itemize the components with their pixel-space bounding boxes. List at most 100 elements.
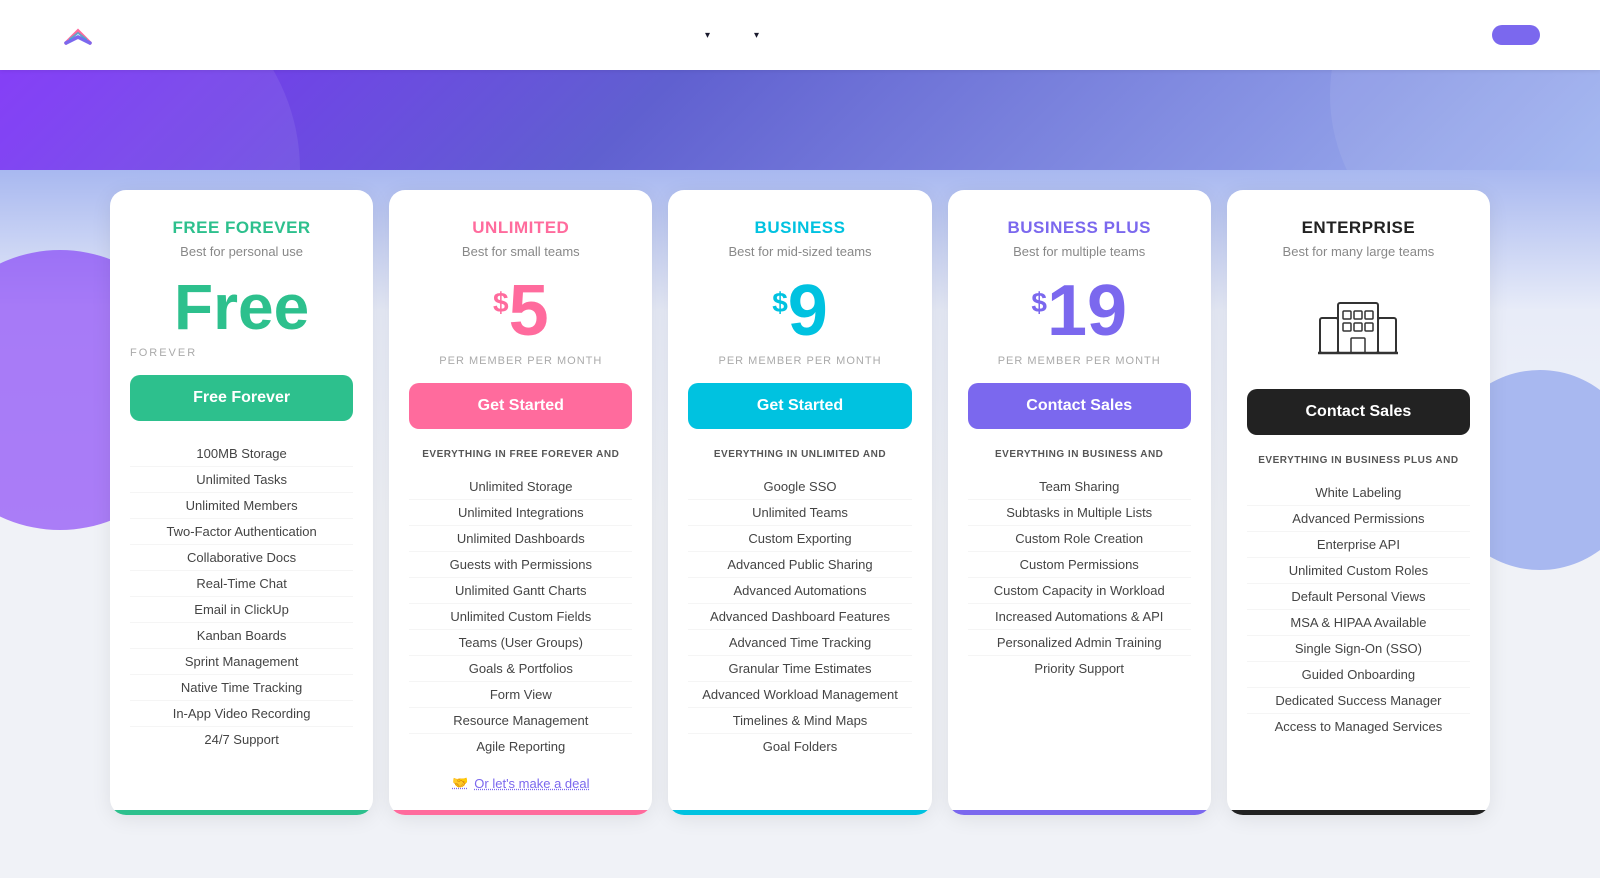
cta-button[interactable]: Get Started [688, 383, 911, 429]
feature-item: Form View [409, 682, 632, 708]
feature-item: Teams (User Groups) [409, 630, 632, 656]
plan-name: BUSINESS [688, 218, 911, 238]
cta-button[interactable]: Contact Sales [968, 383, 1191, 429]
nav-product[interactable]: ▾ [685, 22, 726, 49]
card-bottom-bar [1227, 810, 1490, 815]
feature-item: Email in ClickUp [130, 597, 353, 623]
pricing-cards-container: FREE FOREVER Best for personal use Free … [110, 170, 1490, 815]
pricing-card-business: BUSINESS Best for mid-sized teams $9 PER… [668, 190, 931, 815]
feature-item: Unlimited Members [130, 493, 353, 519]
nav-right [1436, 25, 1540, 45]
feature-item: Unlimited Dashboards [409, 526, 632, 552]
feature-item: Unlimited Teams [688, 500, 911, 526]
card-bottom-bar [110, 810, 373, 815]
feature-list: Unlimited StorageUnlimited IntegrationsU… [409, 474, 632, 759]
feature-item: Unlimited Tasks [130, 467, 353, 493]
feature-item: Timelines & Mind Maps [688, 708, 911, 734]
feature-item: 100MB Storage [130, 441, 353, 467]
hero-background [0, 70, 1600, 170]
feature-item: Custom Role Creation [968, 526, 1191, 552]
feature-item: Advanced Automations [688, 578, 911, 604]
plan-tagline: Best for small teams [409, 244, 632, 259]
feature-item: Native Time Tracking [130, 675, 353, 701]
feature-item: Goal Folders [688, 734, 911, 759]
feature-item: In-App Video Recording [130, 701, 353, 727]
logo[interactable] [60, 17, 104, 53]
divider-label: EVERYTHING IN BUSINESS AND [968, 449, 1191, 460]
feature-item: Advanced Dashboard Features [688, 604, 911, 630]
pricing-section: FREE FOREVER Best for personal use Free … [0, 170, 1600, 875]
feature-item: Team Sharing [968, 474, 1191, 500]
price-dollar: $ [1031, 287, 1047, 319]
nav-pricing[interactable] [783, 27, 815, 43]
plan-tagline: Best for personal use [130, 244, 353, 259]
feature-item: Real-Time Chat [130, 571, 353, 597]
nav-contact-sales[interactable] [823, 27, 855, 43]
divider-label: EVERYTHING IN BUSINESS PLUS AND [1247, 455, 1470, 466]
feature-item: Collaborative Docs [130, 545, 353, 571]
feature-list: Team SharingSubtasks in Multiple ListsCu… [968, 474, 1191, 791]
login-button[interactable] [1436, 25, 1476, 45]
nav-center: ▾ ▾ [685, 22, 855, 49]
divider-label: EVERYTHING IN UNLIMITED AND [688, 449, 911, 460]
feature-item: Unlimited Storage [409, 474, 632, 500]
navbar: ▾ ▾ [0, 0, 1600, 70]
card-bottom-bar [389, 810, 652, 815]
enterprise-illustration [1247, 283, 1470, 373]
feature-item: Unlimited Gantt Charts [409, 578, 632, 604]
feature-item: Custom Exporting [688, 526, 911, 552]
feature-item: Guests with Permissions [409, 552, 632, 578]
card-bottom-bar [668, 810, 931, 815]
feature-item: Unlimited Custom Roles [1247, 558, 1470, 584]
price-dollar: $ [772, 287, 788, 319]
pricing-card-free: FREE FOREVER Best for personal use Free … [110, 190, 373, 815]
price-subtext: FOREVER [130, 347, 353, 359]
cta-button[interactable]: Contact Sales [1247, 389, 1470, 435]
price-area: Free [130, 275, 353, 339]
feature-item: White Labeling [1247, 480, 1470, 506]
feature-item: Goals & Portfolios [409, 656, 632, 682]
feature-item: Advanced Public Sharing [688, 552, 911, 578]
feature-item: Access to Managed Services [1247, 714, 1470, 739]
price-period: PER MEMBER PER MONTH [409, 355, 632, 367]
feature-item: Unlimited Integrations [409, 500, 632, 526]
plan-name: FREE FOREVER [130, 218, 353, 238]
feature-item: Kanban Boards [130, 623, 353, 649]
cta-button[interactable]: Get Started [409, 383, 632, 429]
signup-button[interactable] [1492, 25, 1540, 45]
price-dollar: $ [493, 287, 509, 319]
feature-item: Advanced Time Tracking [688, 630, 911, 656]
feature-item: Custom Capacity in Workload [968, 578, 1191, 604]
plan-tagline: Best for mid-sized teams [688, 244, 911, 259]
feature-item: Unlimited Custom Fields [409, 604, 632, 630]
feature-item: 24/7 Support [130, 727, 353, 752]
feature-item: Two-Factor Authentication [130, 519, 353, 545]
feature-item: Priority Support [968, 656, 1191, 681]
cta-button[interactable]: Free Forever [130, 375, 353, 421]
pricing-card-unlimited: UNLIMITED Best for small teams $5 PER ME… [389, 190, 652, 815]
feature-item: Dedicated Success Manager [1247, 688, 1470, 714]
divider-label: EVERYTHING IN FREE FOREVER AND [409, 449, 632, 460]
pricing-card-enterprise: ENTERPRISE Best for many large teams [1227, 190, 1490, 815]
feature-item: Advanced Permissions [1247, 506, 1470, 532]
deal-link[interactable]: 🤝 Or let's make a deal [409, 775, 632, 791]
price-number: 5 [509, 271, 549, 351]
card-bottom-bar [948, 810, 1211, 815]
feature-item: Default Personal Views [1247, 584, 1470, 610]
plan-name: BUSINESS PLUS [968, 218, 1191, 238]
price-number: 9 [788, 271, 828, 351]
feature-item: Enterprise API [1247, 532, 1470, 558]
feature-item: Personalized Admin Training [968, 630, 1191, 656]
feature-list: 100MB StorageUnlimited TasksUnlimited Me… [130, 441, 353, 791]
feature-item: Advanced Workload Management [688, 682, 911, 708]
price-period: PER MEMBER PER MONTH [968, 355, 1191, 367]
feature-list: White LabelingAdvanced PermissionsEnterp… [1247, 480, 1470, 791]
feature-item: Resource Management [409, 708, 632, 734]
chevron-down-icon: ▾ [754, 30, 759, 41]
price-period: PER MEMBER PER MONTH [688, 355, 911, 367]
deal-label: Or let's make a deal [474, 776, 589, 791]
feature-item: Granular Time Estimates [688, 656, 911, 682]
nav-learn[interactable]: ▾ [734, 22, 775, 49]
plan-tagline: Best for multiple teams [968, 244, 1191, 259]
chevron-down-icon: ▾ [705, 30, 710, 41]
